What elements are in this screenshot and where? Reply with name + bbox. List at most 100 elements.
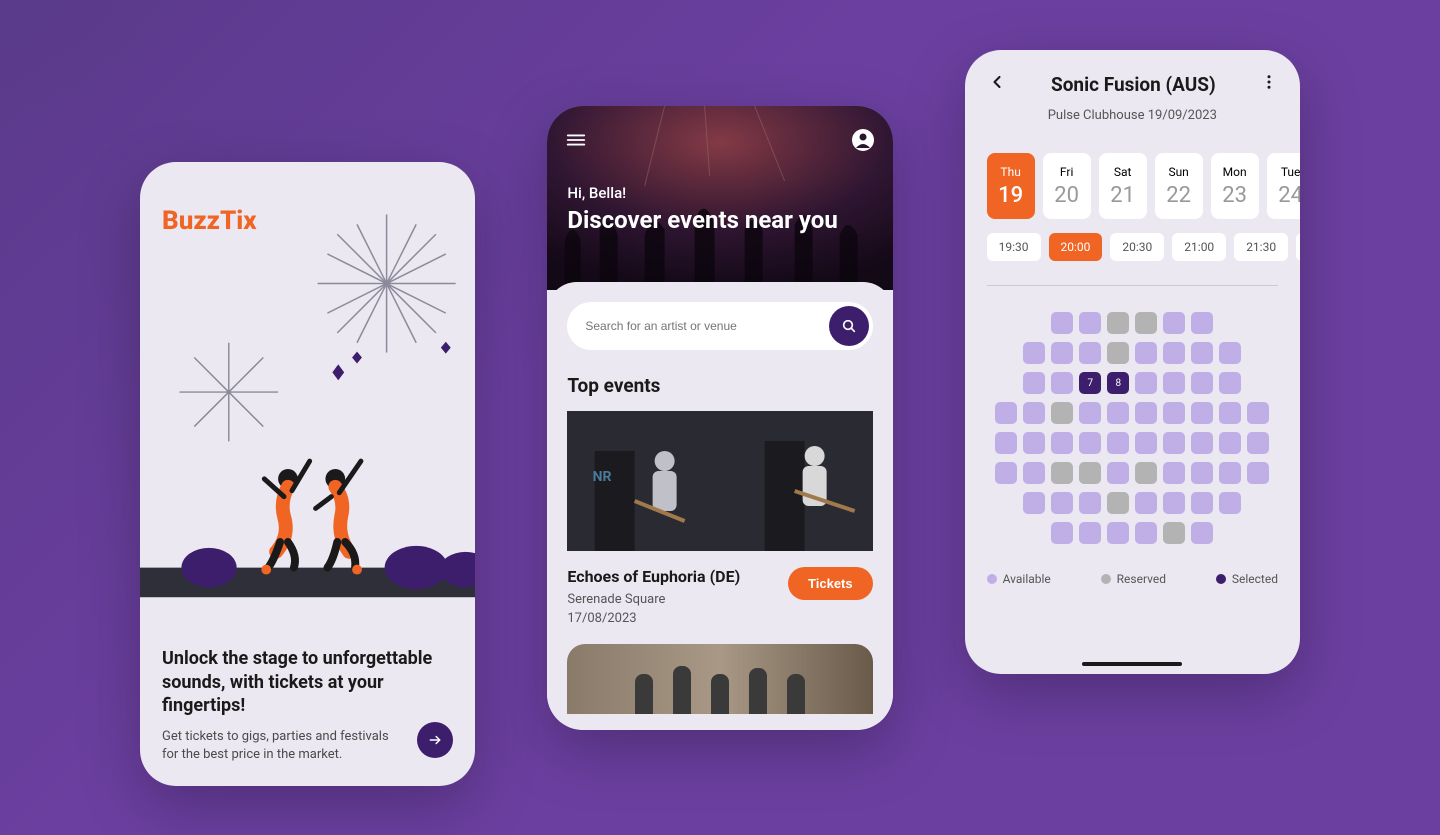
seat-available[interactable]	[1135, 522, 1157, 544]
time-option[interactable]: 20:00	[1049, 233, 1103, 261]
seat-available[interactable]	[1163, 312, 1185, 334]
seat-available[interactable]	[1191, 522, 1213, 544]
legend-selected: Selected	[1232, 572, 1278, 586]
date-option[interactable]: Sun22	[1155, 153, 1203, 219]
legend-dot-selected	[1216, 574, 1226, 584]
seat-available[interactable]	[1219, 492, 1241, 514]
seat-available[interactable]	[1163, 462, 1185, 484]
seat-available[interactable]	[1107, 522, 1129, 544]
greeting-text: Hi, Bella!	[567, 184, 626, 202]
hero-title: Discover events near you	[567, 206, 872, 235]
seat-available[interactable]	[995, 402, 1017, 424]
seat-available[interactable]	[1135, 372, 1157, 394]
hero-illustration	[140, 192, 475, 600]
seat-available[interactable]	[1107, 402, 1129, 424]
legend-reserved: Reserved	[1117, 572, 1166, 586]
search-bar[interactable]	[567, 302, 872, 350]
date-option[interactable]: Mon23	[1211, 153, 1259, 219]
seat-reserved	[1135, 462, 1157, 484]
seat-available[interactable]	[1051, 312, 1073, 334]
seat-available[interactable]	[1219, 462, 1241, 484]
seat-available[interactable]	[1163, 492, 1185, 514]
search-input[interactable]	[585, 319, 828, 333]
seat-available[interactable]	[1079, 432, 1101, 454]
hamburger-icon	[565, 129, 587, 151]
search-button[interactable]	[829, 306, 869, 346]
content-panel: Top events	[547, 282, 892, 730]
seat-available[interactable]	[1135, 342, 1157, 364]
seat-available[interactable]	[1135, 402, 1157, 424]
seat-available[interactable]	[1079, 402, 1101, 424]
seat-reserved	[1107, 312, 1129, 334]
event-venue: Serenade Square	[567, 592, 740, 607]
seat-available[interactable]	[1247, 432, 1269, 454]
seat-available[interactable]	[995, 462, 1017, 484]
seat-available[interactable]	[1163, 402, 1185, 424]
tickets-button[interactable]: Tickets	[788, 567, 873, 600]
event-card-peek[interactable]	[567, 644, 872, 714]
seat-available[interactable]	[1247, 462, 1269, 484]
event-name: Echoes of Euphoria (DE)	[567, 567, 740, 586]
seat-available[interactable]	[1051, 492, 1073, 514]
time-option[interactable]: 19:30	[987, 233, 1041, 261]
seat-available[interactable]	[1163, 342, 1185, 364]
seat-available[interactable]	[1219, 372, 1241, 394]
event-image: NR	[567, 411, 872, 551]
seat-available[interactable]	[1079, 312, 1101, 334]
seat-available[interactable]	[1219, 432, 1241, 454]
seat-available[interactable]	[1023, 432, 1045, 454]
seat-available[interactable]	[1079, 492, 1101, 514]
seat-available[interactable]	[1023, 372, 1045, 394]
page-subtitle: Pulse Clubhouse 19/09/2023	[965, 108, 1300, 123]
time-option[interactable]: 22:00	[1296, 233, 1300, 261]
seat-available[interactable]	[1135, 432, 1157, 454]
seat-reserved	[1079, 462, 1101, 484]
seat-available[interactable]	[1023, 402, 1045, 424]
seat-available[interactable]	[1247, 402, 1269, 424]
seat-selected[interactable]: 8	[1107, 372, 1129, 394]
seat-available[interactable]	[1191, 342, 1213, 364]
event-card[interactable]: NR Echoes of Euphoria (DE) Serenade Squa…	[567, 411, 872, 714]
seat-available[interactable]	[1191, 402, 1213, 424]
seat-selected[interactable]: 7	[1079, 372, 1101, 394]
seat-reserved	[1051, 462, 1073, 484]
seat-available[interactable]	[1191, 462, 1213, 484]
seat-available[interactable]	[1163, 432, 1185, 454]
seat-available[interactable]	[1051, 522, 1073, 544]
date-option[interactable]: Sat21	[1099, 153, 1147, 219]
date-option[interactable]: Fri20	[1043, 153, 1091, 219]
home-indicator	[1082, 662, 1182, 666]
seat-available[interactable]	[1191, 492, 1213, 514]
time-option[interactable]: 21:30	[1234, 233, 1288, 261]
seat-available[interactable]	[995, 432, 1017, 454]
menu-button[interactable]	[565, 129, 587, 155]
seat-available[interactable]	[1219, 402, 1241, 424]
seat-available[interactable]	[1051, 432, 1073, 454]
more-button[interactable]	[1260, 73, 1278, 95]
seat-available[interactable]	[1219, 342, 1241, 364]
seat-available[interactable]	[1135, 492, 1157, 514]
date-option[interactable]: Thu19	[987, 153, 1035, 219]
seat-available[interactable]	[1107, 462, 1129, 484]
divider	[987, 285, 1278, 286]
seat-available[interactable]	[1191, 312, 1213, 334]
time-option[interactable]: 20:30	[1110, 233, 1164, 261]
time-option[interactable]: 21:00	[1172, 233, 1226, 261]
seat-available[interactable]	[1051, 372, 1073, 394]
seat-available[interactable]	[1191, 372, 1213, 394]
seat-available[interactable]	[1079, 522, 1101, 544]
seat-available[interactable]	[1023, 462, 1045, 484]
seat-available[interactable]	[1051, 342, 1073, 364]
date-option[interactable]: Tue24	[1267, 153, 1300, 219]
seat-reserved	[1107, 342, 1129, 364]
legend-dot-reserved	[1101, 574, 1111, 584]
time-picker: 19:30 20:0020:30 21:00 21:30 22:00	[965, 219, 1300, 261]
seat-available[interactable]	[1023, 342, 1045, 364]
back-button[interactable]	[987, 72, 1007, 96]
seat-available[interactable]	[1107, 432, 1129, 454]
seat-available[interactable]	[1191, 432, 1213, 454]
seat-available[interactable]	[1079, 342, 1101, 364]
seat-available[interactable]	[1023, 492, 1045, 514]
profile-button[interactable]	[851, 128, 875, 156]
seat-available[interactable]	[1163, 372, 1185, 394]
